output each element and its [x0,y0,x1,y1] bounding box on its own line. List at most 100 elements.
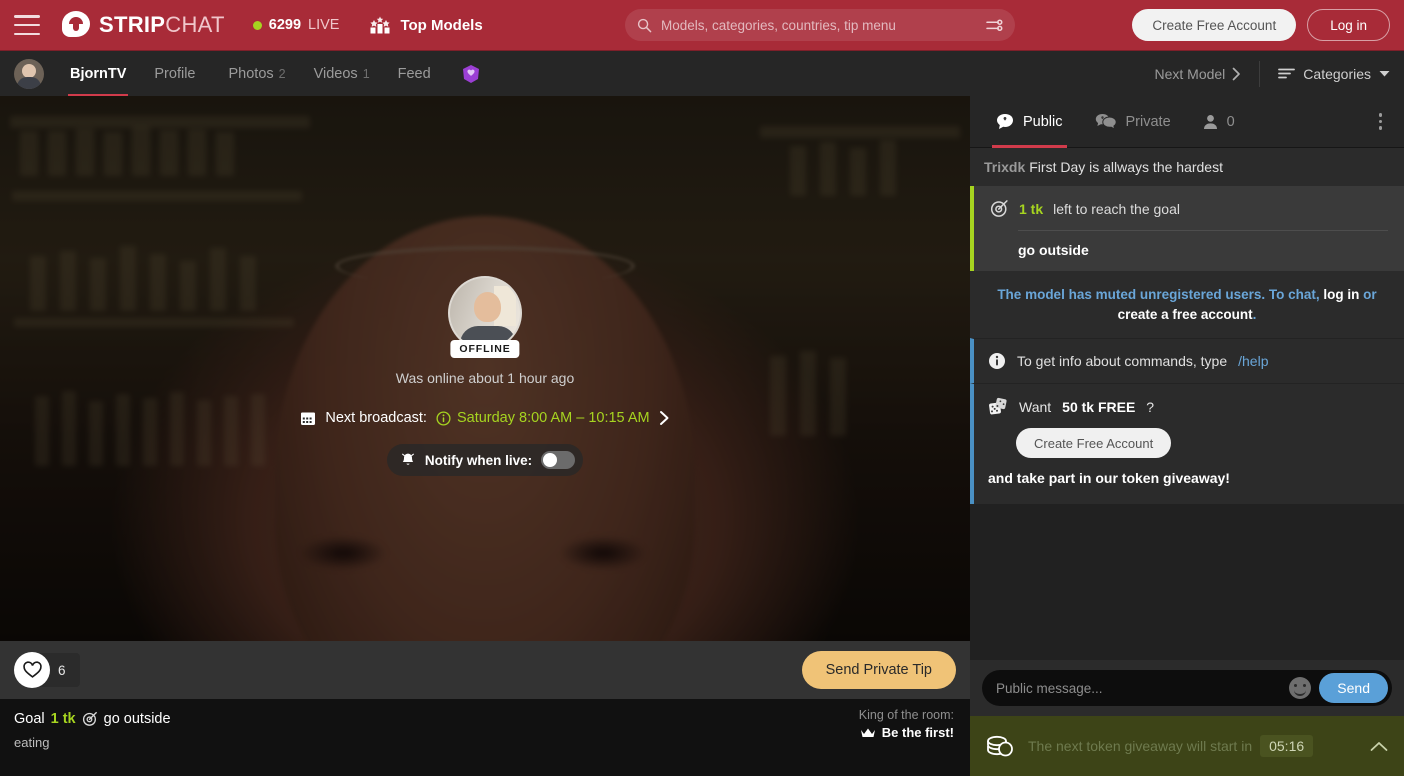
more-options-icon[interactable] [1369,113,1393,130]
goal-message-description: go outside [1018,242,1089,258]
create-free-account-button[interactable]: Create Free Account [1132,9,1297,41]
chat-message-input[interactable] [996,680,1282,696]
nav-item-feed[interactable]: Feed [384,51,450,97]
send-private-tip-button[interactable]: Send Private Tip [801,651,956,689]
king-label: King of the room: [858,708,954,722]
model-name-label: BjornTV [70,65,127,82]
chat-tabs: Public Private 0 [970,96,1404,148]
notify-toggle[interactable] [541,451,576,469]
fanclub-badge-icon[interactable] [460,63,482,85]
model-avatar-large[interactable] [448,276,522,350]
muted-link-login[interactable]: log in [1323,287,1359,302]
giveaway-bar-text-wrap: The next token giveaway will start in 05… [1028,735,1356,757]
coins-icon [986,733,1014,759]
king-of-the-room: King of the room: Be the first! [859,708,954,740]
logo-text-chat: CHAT [165,12,225,37]
filter-sliders-icon[interactable] [986,18,1003,33]
muted-joiner: or [1363,287,1377,302]
login-button[interactable]: Log in [1307,9,1390,41]
search-bar[interactable] [625,9,1015,41]
site-logo[interactable]: STRIPCHAT [62,11,225,39]
send-message-button[interactable]: Send [1319,673,1388,703]
categories-label: Categories [1303,65,1371,82]
user-icon [1203,114,1218,130]
live-status-dot [252,20,262,30]
giveaway-prefix: Want [1019,398,1052,415]
help-info-text: To get info about commands, type [1017,353,1228,370]
goal-divider [1018,230,1388,231]
giveaway-tail-text: and take part in our token giveaway! [988,470,1230,487]
nav-item-videos[interactable]: Videos 1 [300,51,384,97]
chat-messages[interactable]: Trixdk First Day is allways the hardest 1… [970,148,1404,660]
goal-strip: Goal 1 tk go outside eating King of the … [0,699,970,776]
offline-overlay: OFFLINE Was online about 1 hour ago Next… [0,96,970,641]
tab-public-label: Public [1023,113,1063,130]
model-subnav: BjornTV Profile Photos 2 Videos 1 Feed N… [0,50,1404,97]
nav-item-photos[interactable]: Photos 2 [215,51,300,97]
nav-label: Videos [313,65,358,82]
podium-icon [369,16,391,34]
king-value-row[interactable]: Be the first! [859,725,954,740]
message-username[interactable]: Trixdk [984,159,1025,175]
video-column: OFFLINE Was online about 1 hour ago Next… [0,96,970,776]
top-header-bar: STRIPCHAT 6299 LIVE Top Models Models, c… [0,0,1404,50]
video-action-bar: 6 Send Private Tip [0,641,970,699]
next-broadcast-row[interactable]: Next broadcast: Saturday 8:00 AM – 10:15… [300,410,669,426]
next-broadcast-time: Saturday 8:00 AM – 10:15 AM [456,410,650,426]
target-icon [82,711,98,727]
heart-icon [22,661,42,679]
top-models-link[interactable]: Top Models [369,16,483,34]
like-button[interactable] [14,652,50,688]
goal-line: Goal 1 tk go outside [14,711,956,727]
categories-dropdown[interactable]: Categories [1260,66,1390,82]
nav-item-model-name[interactable]: BjornTV [56,51,140,97]
chevron-right-icon[interactable] [659,410,670,426]
private-chat-icon [1095,113,1117,130]
chevron-right-icon [1232,67,1241,81]
viewers-count-tab[interactable]: 0 [1189,96,1249,148]
chevron-up-icon[interactable] [1370,741,1388,752]
speech-bubble-icon [996,113,1014,130]
nav-count: 2 [278,66,286,81]
notify-when-live-control[interactable]: Notify when live: [386,444,584,476]
giveaway-create-account-button[interactable]: Create Free Account [1016,428,1172,459]
nav-label: Feed [397,65,431,82]
live-counter[interactable]: 6299 LIVE [252,17,340,33]
live-label: LIVE [308,17,340,33]
viewers-count: 0 [1226,113,1235,130]
emoji-smiley-icon[interactable] [1289,677,1312,699]
message-text: First Day is allways the hardest [1029,159,1223,175]
chat-message-muted-notice: The model has muted unregistered users. … [970,271,1404,339]
muted-link-create-account[interactable]: create a free account [1118,307,1253,322]
help-command[interactable]: /help [1238,353,1268,369]
search-input[interactable] [661,17,977,33]
chat-message-giveaway: Want 50 tk FREE? Create Free Account and… [970,383,1404,505]
next-broadcast-label: Next broadcast: [325,410,427,426]
tab-private[interactable]: Private [1081,96,1185,148]
video-player[interactable]: OFFLINE Was online about 1 hour ago Next… [0,96,970,641]
chat-input-wrapper[interactable]: Send [982,670,1392,706]
nav-item-profile[interactable]: Profile [140,51,214,97]
hamburger-menu-icon[interactable] [14,15,40,35]
info-circle-icon [988,352,1006,370]
top-models-label: Top Models [400,16,483,34]
tab-public[interactable]: Public [982,96,1077,148]
giveaway-timer: 05:16 [1260,735,1314,757]
goal-message-amount: 1 tk [1019,200,1044,217]
info-circle-icon [436,410,451,426]
model-avatar-small[interactable] [14,58,44,89]
chevron-down-icon [1379,70,1390,77]
stripchat-logo-icon [62,11,90,39]
giveaway-bar-text: The next token giveaway will start in [1028,738,1253,754]
nav-count: 1 [362,66,370,81]
token-giveaway-bar[interactable]: The next token giveaway will start in 05… [970,716,1404,776]
chat-message-user: Trixdk First Day is allways the hardest [970,148,1404,186]
nav-label: Photos [228,65,274,82]
next-model-button[interactable]: Next Model [1136,60,1261,87]
calendar-icon [300,410,316,426]
logo-text-strip: STRIP [99,12,166,37]
king-value: Be the first! [881,725,954,740]
main-content: OFFLINE Was online about 1 hour ago Next… [0,96,1404,776]
next-broadcast-time-wrap: Saturday 8:00 AM – 10:15 AM [436,410,650,426]
crown-icon [860,727,876,738]
